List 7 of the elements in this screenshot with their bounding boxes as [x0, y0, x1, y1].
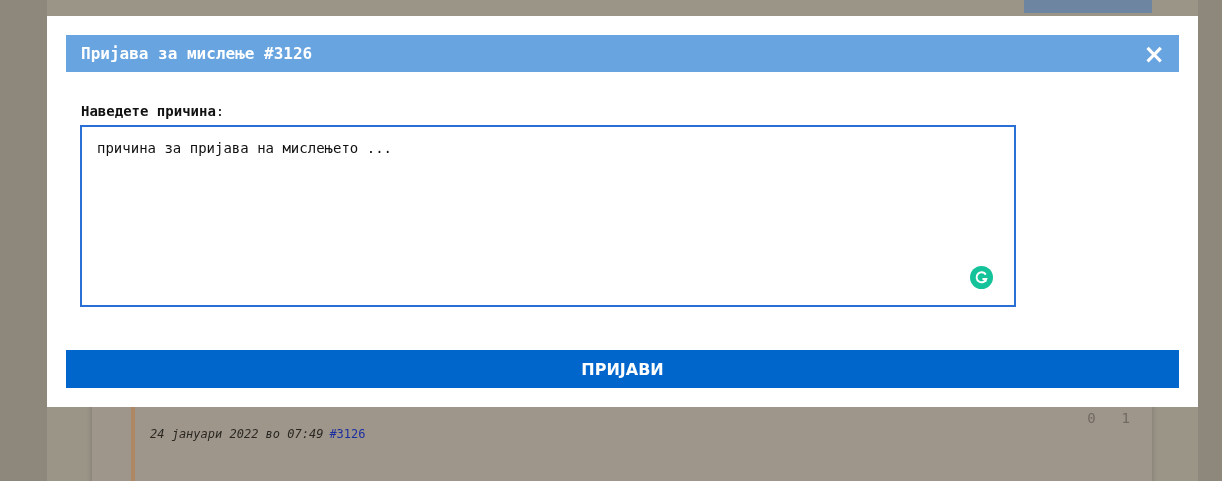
grammar-icon[interactable] [970, 266, 993, 289]
dialog-title: Пријава за мислење #3126 [81, 44, 313, 63]
comment-date: 24 јануари 2022 во 07:49 [150, 427, 324, 441]
reason-field[interactable]: причина за пријава на мислењето ... [80, 125, 1016, 307]
comment-link[interactable]: #3126 [329, 427, 366, 441]
reason-label: Наведете причина: [81, 103, 226, 119]
submit-button[interactable]: ПРИЈАВИ [66, 350, 1179, 388]
